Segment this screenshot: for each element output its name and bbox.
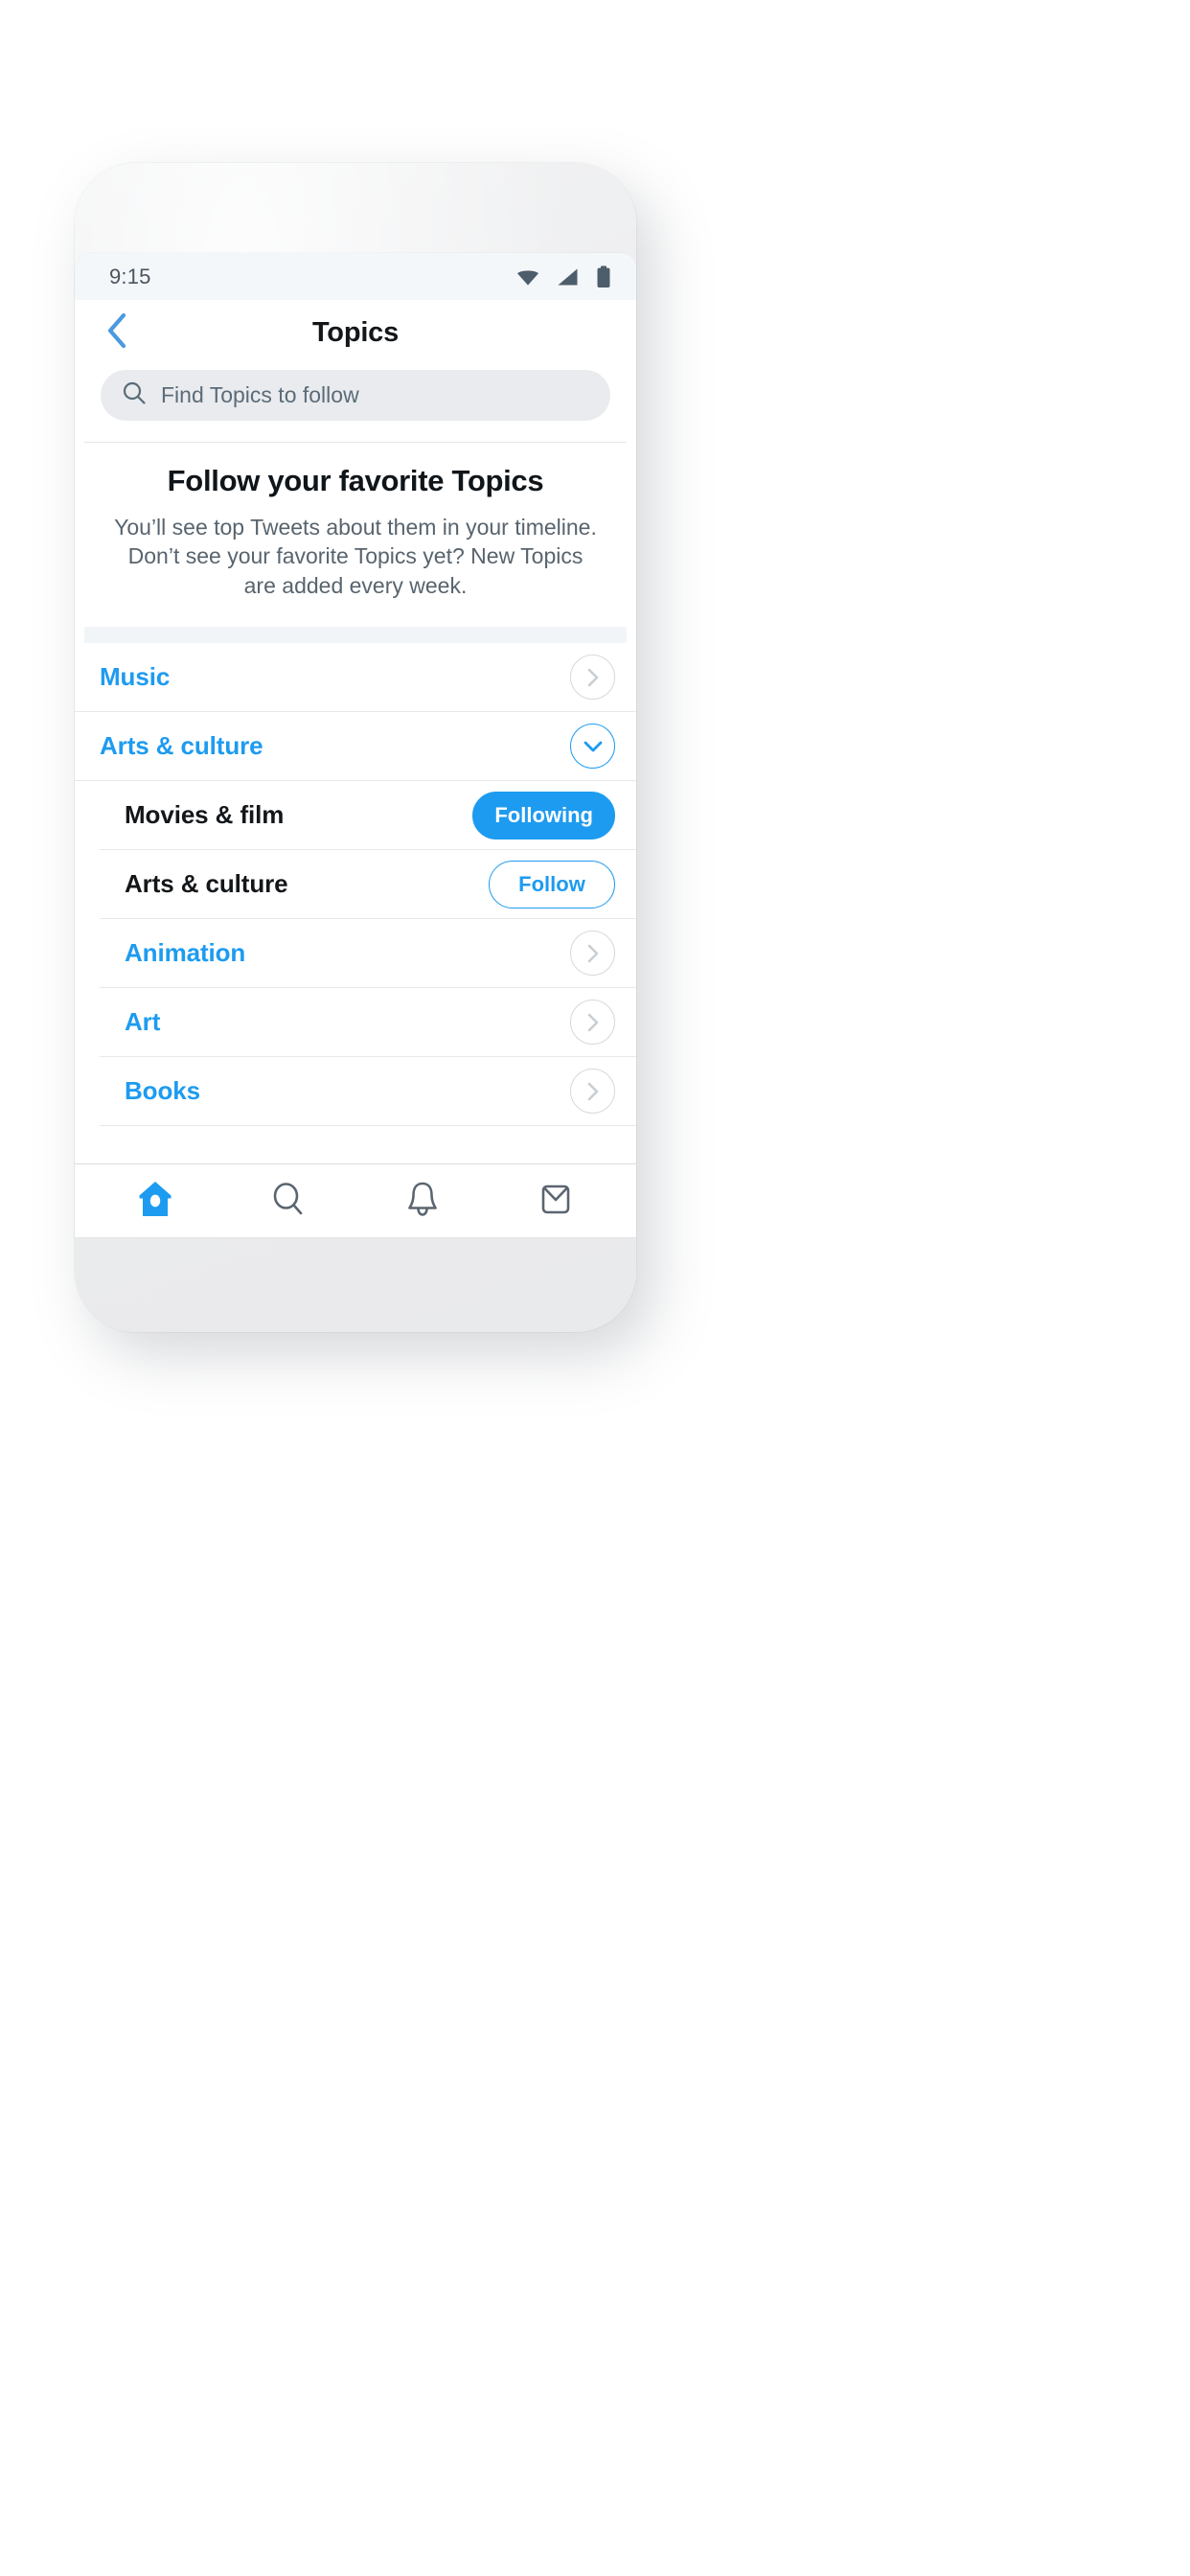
phone-screen: 9:15 Topics Find Topics to follow Follow… xyxy=(75,253,636,1237)
status-bar: 9:15 xyxy=(75,253,636,300)
tab-notifications[interactable] xyxy=(355,1164,490,1237)
tab-messages[interactable] xyxy=(490,1164,624,1237)
home-icon xyxy=(136,1179,174,1224)
hero-section: Follow your favorite Topics You’ll see t… xyxy=(75,443,636,622)
topic-label: Animation xyxy=(125,938,246,968)
tab-search[interactable] xyxy=(222,1164,356,1237)
search-section: Find Topics to follow xyxy=(75,366,636,442)
navigation-bar: Topics xyxy=(75,300,636,366)
topic-row-animation[interactable]: Animation xyxy=(100,919,636,989)
search-placeholder: Find Topics to follow xyxy=(161,382,359,407)
topic-row-books[interactable]: Books xyxy=(100,1057,636,1127)
cellular-signal-icon xyxy=(557,267,580,287)
page-title: Topics xyxy=(311,317,400,348)
chevron-right-circle-icon[interactable] xyxy=(570,931,615,977)
hero-subtitle: You’ll see top Tweets about them in your… xyxy=(114,514,597,598)
search-icon xyxy=(269,1179,308,1224)
hero-title: Follow your favorite Topics xyxy=(167,464,544,497)
topic-row-arts-culture[interactable]: Arts & culture Follow xyxy=(100,850,636,920)
topic-row-art[interactable]: Art xyxy=(100,988,636,1058)
topic-label: Art xyxy=(125,1007,161,1037)
status-icons xyxy=(515,265,611,288)
topic-label: Arts & culture xyxy=(100,731,263,761)
page-background: 9:15 Topics Find Topics to follow Follow… xyxy=(0,0,1190,2576)
topic-row-movies-film[interactable]: Movies & film Following xyxy=(100,781,636,851)
topic-label: Movies & film xyxy=(125,800,285,830)
back-button[interactable] xyxy=(96,312,138,355)
notifications-bell-icon xyxy=(403,1179,442,1224)
following-button[interactable]: Following xyxy=(472,791,615,840)
topic-label: Books xyxy=(125,1076,200,1106)
follow-button[interactable]: Follow xyxy=(489,860,615,908)
search-input[interactable]: Find Topics to follow xyxy=(101,370,610,421)
search-icon xyxy=(122,380,147,410)
chevron-down-circle-icon[interactable] xyxy=(570,724,615,770)
chevron-right-circle-icon[interactable] xyxy=(570,1069,615,1115)
chevron-right-circle-icon[interactable] xyxy=(570,655,615,701)
topic-list: Music Arts & culture Movies & film Follo xyxy=(75,643,636,1127)
section-separator-band xyxy=(84,627,627,644)
topic-row-arts-culture-group[interactable]: Arts & culture xyxy=(75,712,636,782)
topic-row-music[interactable]: Music xyxy=(75,643,636,713)
bottom-tab-bar xyxy=(75,1163,636,1237)
chevron-left-icon xyxy=(105,311,128,355)
chevron-right-circle-icon[interactable] xyxy=(570,1000,615,1046)
tab-home[interactable] xyxy=(88,1164,222,1237)
battery-icon xyxy=(596,265,611,288)
topic-label: Arts & culture xyxy=(125,869,288,899)
status-time: 9:15 xyxy=(109,264,151,288)
wifi-icon xyxy=(515,267,540,287)
topic-label: Music xyxy=(100,662,171,692)
messages-envelope-icon xyxy=(537,1179,575,1224)
